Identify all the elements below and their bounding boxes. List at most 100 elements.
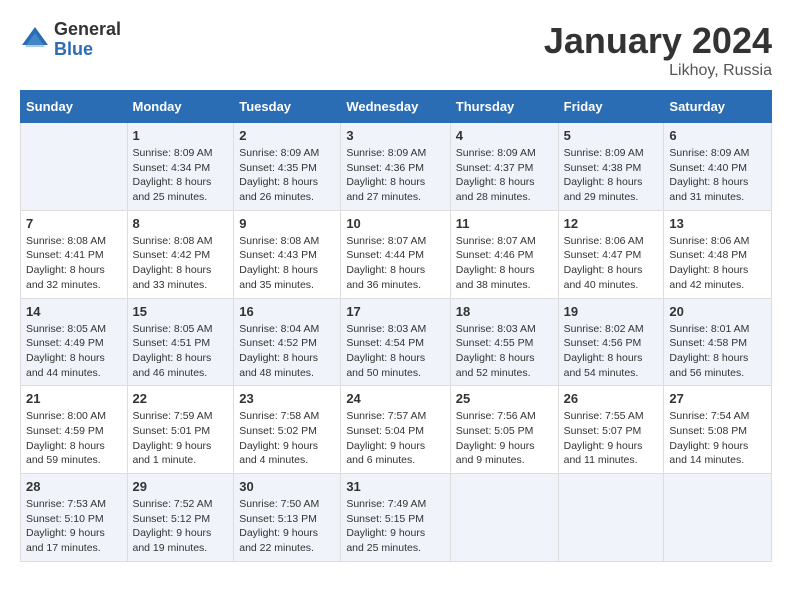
calendar-cell: 28 Sunrise: 7:53 AM Sunset: 5:10 PM Dayli…	[21, 474, 128, 562]
calendar-cell: 19Sunrise: 8:02 AM Sunset: 4:56 PM Dayli…	[558, 298, 664, 386]
calendar-cell: 22 Sunrise: 7:59 AM Sunset: 5:01 PM Dayli…	[127, 386, 234, 474]
day-number: 16	[239, 304, 335, 319]
day-info: Sunrise: 8:07 AM Sunset: 4:44 PM Dayligh…	[346, 234, 444, 293]
calendar-cell: 13Sunrise: 8:06 AM Sunset: 4:48 PM Dayli…	[664, 210, 772, 298]
calendar-cell: 25Sunrise: 7:56 AM Sunset: 5:05 PM Dayli…	[450, 386, 558, 474]
logo-icon	[20, 25, 50, 55]
day-info: Sunrise: 8:05 AM Sunset: 4:51 PM Dayligh…	[133, 322, 229, 381]
calendar-cell: 9 Sunrise: 8:08 AM Sunset: 4:43 PM Daylig…	[234, 210, 341, 298]
calendar-cell: 17 Sunrise: 8:03 AM Sunset: 4:54 PM Dayli…	[341, 298, 450, 386]
day-info: Sunrise: 8:09 AM Sunset: 4:40 PM Dayligh…	[669, 146, 766, 205]
day-info: Sunrise: 8:08 AM Sunset: 4:42 PM Dayligh…	[133, 234, 229, 293]
calendar-cell: 8Sunrise: 8:08 AM Sunset: 4:42 PM Daylig…	[127, 210, 234, 298]
day-number: 15	[133, 304, 229, 319]
day-number: 27	[669, 391, 766, 406]
logo-blue: Blue	[54, 40, 121, 60]
calendar-cell: 21 Sunrise: 8:00 AM Sunset: 4:59 PM Dayli…	[21, 386, 128, 474]
day-number: 17	[346, 304, 444, 319]
day-number: 5	[564, 128, 659, 143]
calendar-table: SundayMondayTuesdayWednesdayThursdayFrid…	[20, 90, 772, 562]
title-block: January 2024 Likhoy, Russia	[544, 20, 772, 80]
calendar-cell: 31 Sunrise: 7:49 AM Sunset: 5:15 PM Dayli…	[341, 474, 450, 562]
day-number: 11	[456, 216, 553, 231]
day-info: Sunrise: 8:08 AM Sunset: 4:43 PM Dayligh…	[239, 234, 335, 293]
day-number: 1	[133, 128, 229, 143]
week-row-1: 1 Sunrise: 8:09 AM Sunset: 4:34 PM Daylig…	[21, 123, 772, 211]
day-number: 29	[133, 479, 229, 494]
day-info: Sunrise: 7:58 AM Sunset: 5:02 PM Dayligh…	[239, 409, 335, 468]
calendar-cell	[664, 474, 772, 562]
day-number: 25	[456, 391, 553, 406]
calendar-cell: 24 Sunrise: 7:57 AM Sunset: 5:04 PM Dayli…	[341, 386, 450, 474]
month-title: January 2024	[544, 20, 772, 62]
calendar-cell: 27 Sunrise: 7:54 AM Sunset: 5:08 PM Dayli…	[664, 386, 772, 474]
day-number: 6	[669, 128, 766, 143]
header-day-saturday: Saturday	[664, 91, 772, 123]
week-row-5: 28 Sunrise: 7:53 AM Sunset: 5:10 PM Dayli…	[21, 474, 772, 562]
day-number: 12	[564, 216, 659, 231]
day-info: Sunrise: 8:08 AM Sunset: 4:41 PM Dayligh…	[26, 234, 122, 293]
day-number: 22	[133, 391, 229, 406]
header-day-wednesday: Wednesday	[341, 91, 450, 123]
header-day-sunday: Sunday	[21, 91, 128, 123]
day-info: Sunrise: 7:49 AM Sunset: 5:15 PM Dayligh…	[346, 497, 444, 556]
week-row-4: 21 Sunrise: 8:00 AM Sunset: 4:59 PM Dayli…	[21, 386, 772, 474]
day-info: Sunrise: 8:02 AM Sunset: 4:56 PM Dayligh…	[564, 322, 659, 381]
calendar-cell: 18 Sunrise: 8:03 AM Sunset: 4:55 PM Dayli…	[450, 298, 558, 386]
calendar-cell: 7 Sunrise: 8:08 AM Sunset: 4:41 PM Daylig…	[21, 210, 128, 298]
day-info: Sunrise: 8:09 AM Sunset: 4:38 PM Dayligh…	[564, 146, 659, 205]
day-info: Sunrise: 7:50 AM Sunset: 5:13 PM Dayligh…	[239, 497, 335, 556]
day-info: Sunrise: 7:53 AM Sunset: 5:10 PM Dayligh…	[26, 497, 122, 556]
page-header: General Blue January 2024 Likhoy, Russia	[20, 20, 772, 80]
day-number: 30	[239, 479, 335, 494]
day-number: 28	[26, 479, 122, 494]
calendar-cell: 6 Sunrise: 8:09 AM Sunset: 4:40 PM Daylig…	[664, 123, 772, 211]
calendar-cell: 16 Sunrise: 8:04 AM Sunset: 4:52 PM Dayli…	[234, 298, 341, 386]
day-info: Sunrise: 8:07 AM Sunset: 4:46 PM Dayligh…	[456, 234, 553, 293]
day-number: 7	[26, 216, 122, 231]
day-info: Sunrise: 8:09 AM Sunset: 4:34 PM Dayligh…	[133, 146, 229, 205]
day-info: Sunrise: 7:54 AM Sunset: 5:08 PM Dayligh…	[669, 409, 766, 468]
calendar-cell	[21, 123, 128, 211]
day-number: 21	[26, 391, 122, 406]
day-number: 3	[346, 128, 444, 143]
day-info: Sunrise: 8:06 AM Sunset: 4:47 PM Dayligh…	[564, 234, 659, 293]
day-info: Sunrise: 7:57 AM Sunset: 5:04 PM Dayligh…	[346, 409, 444, 468]
day-info: Sunrise: 8:05 AM Sunset: 4:49 PM Dayligh…	[26, 322, 122, 381]
day-info: Sunrise: 7:59 AM Sunset: 5:01 PM Dayligh…	[133, 409, 229, 468]
day-number: 23	[239, 391, 335, 406]
day-info: Sunrise: 8:09 AM Sunset: 4:35 PM Dayligh…	[239, 146, 335, 205]
header-day-friday: Friday	[558, 91, 664, 123]
day-info: Sunrise: 8:09 AM Sunset: 4:37 PM Dayligh…	[456, 146, 553, 205]
calendar-cell: 23 Sunrise: 7:58 AM Sunset: 5:02 PM Dayli…	[234, 386, 341, 474]
day-number: 24	[346, 391, 444, 406]
logo: General Blue	[20, 20, 121, 60]
calendar-cell: 4 Sunrise: 8:09 AM Sunset: 4:37 PM Daylig…	[450, 123, 558, 211]
header-row: SundayMondayTuesdayWednesdayThursdayFrid…	[21, 91, 772, 123]
day-number: 9	[239, 216, 335, 231]
header-day-monday: Monday	[127, 91, 234, 123]
day-info: Sunrise: 8:04 AM Sunset: 4:52 PM Dayligh…	[239, 322, 335, 381]
calendar-cell: 15 Sunrise: 8:05 AM Sunset: 4:51 PM Dayli…	[127, 298, 234, 386]
day-number: 31	[346, 479, 444, 494]
header-day-thursday: Thursday	[450, 91, 558, 123]
week-row-2: 7 Sunrise: 8:08 AM Sunset: 4:41 PM Daylig…	[21, 210, 772, 298]
day-info: Sunrise: 8:00 AM Sunset: 4:59 PM Dayligh…	[26, 409, 122, 468]
day-number: 4	[456, 128, 553, 143]
calendar-cell: 14 Sunrise: 8:05 AM Sunset: 4:49 PM Dayli…	[21, 298, 128, 386]
day-number: 14	[26, 304, 122, 319]
logo-text: General Blue	[54, 20, 121, 60]
header-day-tuesday: Tuesday	[234, 91, 341, 123]
location: Likhoy, Russia	[544, 62, 772, 80]
calendar-cell: 12 Sunrise: 8:06 AM Sunset: 4:47 PM Dayli…	[558, 210, 664, 298]
day-info: Sunrise: 7:52 AM Sunset: 5:12 PM Dayligh…	[133, 497, 229, 556]
day-info: Sunrise: 8:03 AM Sunset: 4:55 PM Dayligh…	[456, 322, 553, 381]
calendar-cell: 26Sunrise: 7:55 AM Sunset: 5:07 PM Dayli…	[558, 386, 664, 474]
calendar-cell	[558, 474, 664, 562]
day-number: 10	[346, 216, 444, 231]
calendar-cell: 11 Sunrise: 8:07 AM Sunset: 4:46 PM Dayli…	[450, 210, 558, 298]
day-number: 18	[456, 304, 553, 319]
day-info: Sunrise: 8:01 AM Sunset: 4:58 PM Dayligh…	[669, 322, 766, 381]
calendar-cell: 10 Sunrise: 8:07 AM Sunset: 4:44 PM Dayli…	[341, 210, 450, 298]
day-info: Sunrise: 8:03 AM Sunset: 4:54 PM Dayligh…	[346, 322, 444, 381]
